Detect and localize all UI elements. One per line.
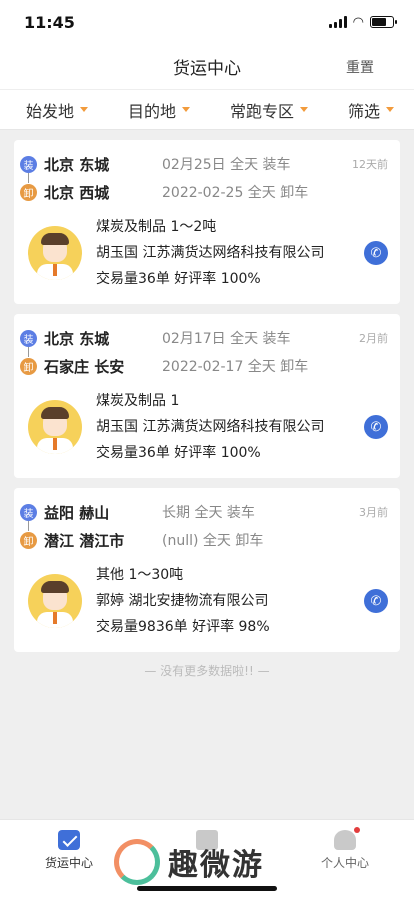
filter-label: 筛选 <box>347 101 380 121</box>
no-more-data-note: — 没有更多数据啦!! — <box>144 664 270 678</box>
battery-icon <box>370 16 397 28</box>
filter-frequent-routes[interactable]: 常跑专区 <box>230 98 308 122</box>
unload-row: 卸 北京 西城 2022-02-25 全天 卸车 <box>20 178 388 206</box>
tab-label: 货运中心 <box>44 856 93 870</box>
notification-dot <box>354 827 360 833</box>
filter-destination[interactable]: 目的地 <box>128 98 190 122</box>
filter-origin[interactable]: 始发地 <box>26 98 89 122</box>
cargo-info: 其他 1～30吨 <box>96 567 184 583</box>
profile-icon <box>334 827 360 850</box>
freight-icon <box>58 830 80 850</box>
avatar <box>28 226 82 280</box>
load-badge-icon: 装 <box>20 329 37 347</box>
unload-badge-icon: 卸 <box>20 531 37 549</box>
order-card[interactable]: 2月前 装 北京 东城 02月17日 全天 装车 卸 石家庄 长安 2022-0… <box>14 314 400 478</box>
load-row: 装 北京 东城 02月25日 全天 装车 <box>20 150 388 178</box>
load-city: 北京 东城 <box>44 155 110 174</box>
shipper-stats: 交易量36单 好评率 100% <box>96 271 261 287</box>
filter-bar: 始发地 目的地 常跑专区 筛选 <box>0 90 414 130</box>
caret-down-icon <box>385 107 394 112</box>
filter-label: 始发地 <box>26 101 75 121</box>
nav-bar: 货运中心 重置 <box>0 44 414 90</box>
cellular-signal-icon <box>328 16 347 28</box>
tab-profile[interactable]: 个人中心 <box>295 827 395 899</box>
page-title: 货运中心 <box>173 59 241 79</box>
status-bar: 11:45 ◠ <box>0 0 414 44</box>
unload-city: 北京 西城 <box>44 183 110 202</box>
load-time: 02月17日 全天 装车 <box>162 331 291 347</box>
shipper-info: 胡玉国 江苏满货达网络科技有限公司 <box>96 245 325 261</box>
home-indicator <box>137 886 277 891</box>
order-detail: 煤炭及制品 1 胡玉国 江苏满货达网络科技有限公司 交易量36单 好评率 100… <box>20 388 388 466</box>
unload-city: 潜江 潜江市 <box>44 531 125 550</box>
unload-city: 石家庄 长安 <box>44 357 125 376</box>
status-icons: ◠ <box>328 14 397 30</box>
load-badge-icon: 装 <box>20 155 37 173</box>
tab-freight-center[interactable]: 货运中心 <box>19 830 119 899</box>
filter-more[interactable]: 筛选 <box>348 98 394 122</box>
order-detail: 其他 1～30吨 郭婷 湖北安捷物流有限公司 交易量9836单 好评率 98% … <box>20 562 388 640</box>
load-time: 长期 全天 装车 <box>162 505 255 521</box>
load-badge-icon: 装 <box>20 503 37 521</box>
order-card[interactable]: 3月前 装 益阳 赫山 长期 全天 装车 卸 潜江 潜江市 (null) 全天 … <box>14 488 400 652</box>
avatar <box>28 400 82 454</box>
caret-down-icon <box>299 107 308 112</box>
caret-down-icon <box>182 107 190 112</box>
watermark-logo-icon <box>114 839 160 885</box>
unload-time: (null) 全天 卸车 <box>162 533 264 549</box>
wifi-icon: ◠ <box>352 14 364 30</box>
status-time: 11:45 <box>24 12 75 32</box>
phone-icon[interactable]: ✆ <box>364 589 388 613</box>
tab-label: 个人中心 <box>320 856 369 870</box>
posted-ago: 12天前 <box>352 158 388 171</box>
cargo-info: 煤炭及制品 1～2吨 <box>96 219 217 235</box>
filter-label: 目的地 <box>127 101 176 121</box>
shipper-info: 胡玉国 江苏满货达网络科技有限公司 <box>96 419 325 435</box>
shipper-stats: 交易量9836单 好评率 98% <box>96 619 270 635</box>
filter-label: 常跑专区 <box>229 101 294 121</box>
unload-time: 2022-02-17 全天 卸车 <box>162 359 309 375</box>
load-row: 装 北京 东城 02月17日 全天 装车 <box>20 324 388 352</box>
load-city: 益阳 赫山 <box>44 503 110 522</box>
phone-icon[interactable]: ✆ <box>364 415 388 439</box>
reset-button[interactable]: 重置 <box>346 57 374 77</box>
avatar <box>28 574 82 628</box>
load-city: 北京 东城 <box>44 329 110 348</box>
shipper-stats: 交易量36单 好评率 100% <box>96 445 261 461</box>
shipper-info: 郭婷 湖北安捷物流有限公司 <box>96 593 269 609</box>
load-row: 装 益阳 赫山 长期 全天 装车 <box>20 498 388 526</box>
unload-badge-icon: 卸 <box>20 183 37 201</box>
watermark: 趣微游 <box>114 839 264 885</box>
unload-row: 卸 潜江 潜江市 (null) 全天 卸车 <box>20 526 388 554</box>
cargo-info: 煤炭及制品 1 <box>96 393 180 409</box>
posted-ago: 2月前 <box>359 332 388 345</box>
watermark-text: 趣微游 <box>168 848 264 883</box>
caret-down-icon <box>80 107 89 112</box>
unload-row: 卸 石家庄 长安 2022-02-17 全天 卸车 <box>20 352 388 380</box>
order-detail: 煤炭及制品 1～2吨 胡玉国 江苏满货达网络科技有限公司 交易量36单 好评率 … <box>20 214 388 292</box>
posted-ago: 3月前 <box>359 506 388 519</box>
phone-icon[interactable]: ✆ <box>364 241 388 265</box>
load-time: 02月25日 全天 装车 <box>162 157 291 173</box>
unload-badge-icon: 卸 <box>20 357 37 375</box>
order-card[interactable]: 12天前 装 北京 东城 02月25日 全天 装车 卸 北京 西城 2022-0… <box>14 140 400 304</box>
unload-time: 2022-02-25 全天 卸车 <box>162 185 309 201</box>
order-list: 12天前 装 北京 东城 02月25日 全天 装车 卸 北京 西城 2022-0… <box>0 130 414 679</box>
